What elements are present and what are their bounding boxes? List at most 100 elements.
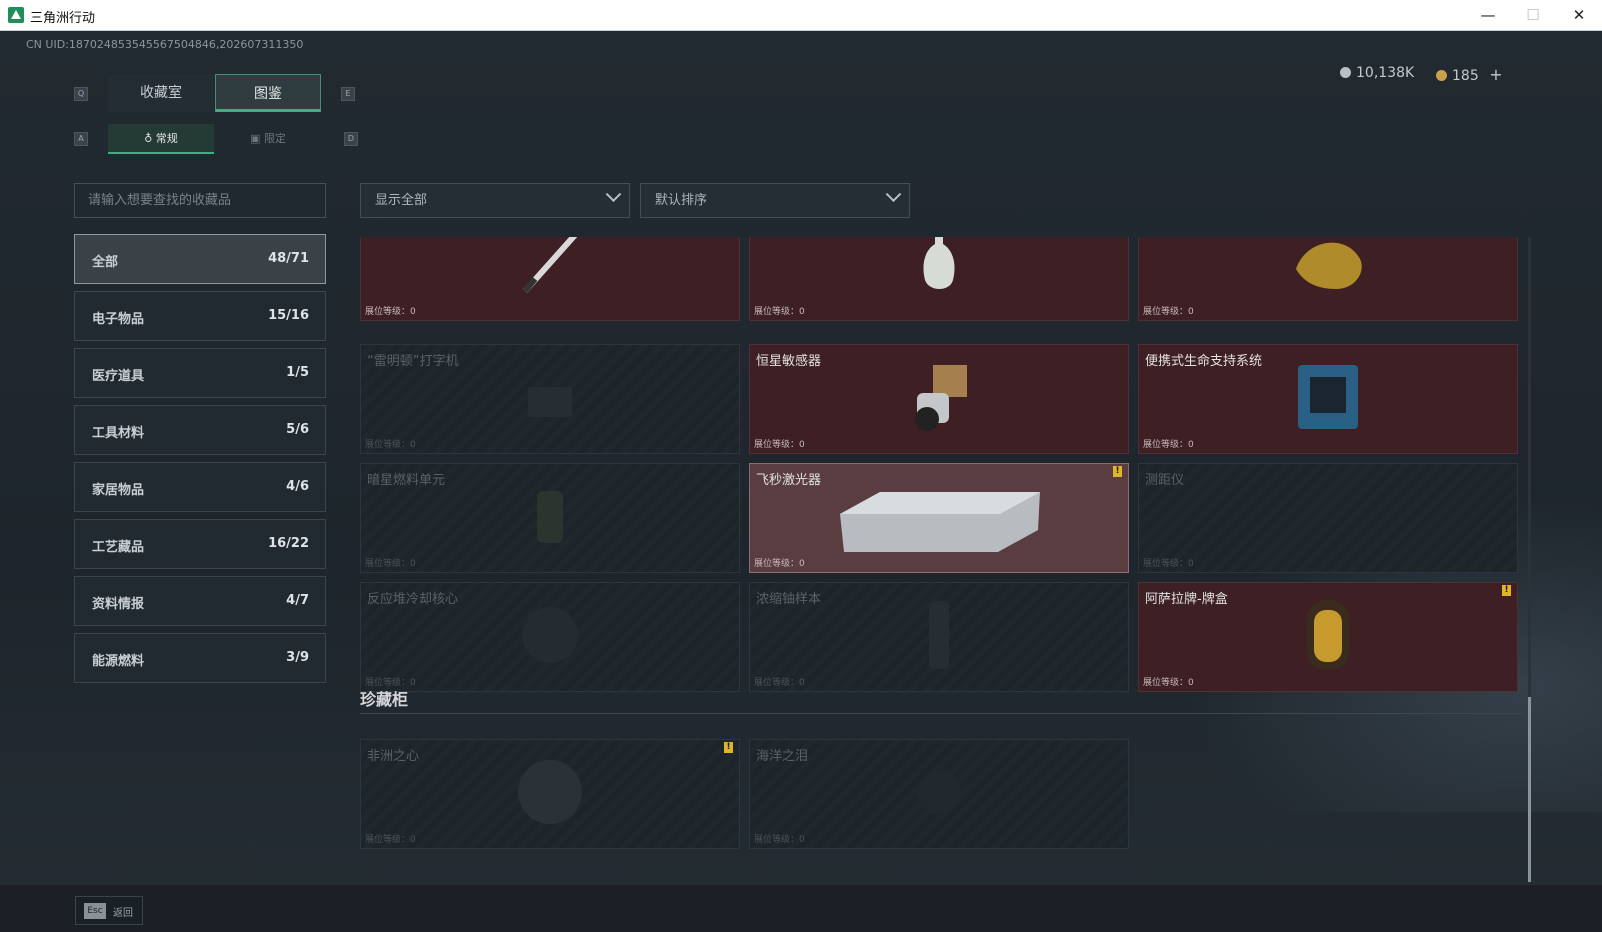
category-item[interactable]: 工艺藏品 16/22: [74, 519, 326, 569]
booth-level: 展位等级：0: [754, 307, 805, 317]
category-count: 3/9: [286, 650, 309, 665]
booth-level: 展位等级：0: [754, 559, 805, 569]
category-count: 5/6: [286, 422, 309, 437]
search-input[interactable]: [74, 183, 326, 218]
booth-level: 展位等级：0: [754, 440, 805, 450]
back-label: 返回: [113, 908, 133, 919]
back-button[interactable]: Esc 返回: [75, 896, 143, 925]
card-box-icon: [1300, 594, 1356, 680]
gold-coin-icon: [1436, 70, 1447, 81]
collection-card[interactable]: 浓缩铀样本展位等级：0: [749, 582, 1129, 692]
flask-icon: ♁: [144, 132, 156, 145]
sort-dropdown-value: 默认排序: [655, 193, 708, 208]
item-name: 浓缩铀样本: [756, 592, 822, 607]
category-item[interactable]: 工具材料 5/6: [74, 405, 326, 455]
category-count: 1/5: [286, 365, 309, 380]
collection-card[interactable]: 暗星燃料单元 展位等级：0: [360, 463, 740, 573]
minimize-button[interactable]: —: [1465, 0, 1511, 30]
key-q-hint: Q: [74, 87, 88, 101]
silver-currency: 10,138K: [1340, 65, 1414, 81]
category-count: 15/16: [268, 308, 309, 323]
laser-icon: [834, 476, 1044, 560]
subtab-regular-label: 常规: [155, 132, 178, 145]
category-name: 医疗道具: [92, 369, 145, 384]
category-count: 16/22: [268, 536, 309, 551]
collection-card[interactable]: 反应堆冷却核心 展位等级：0: [360, 582, 740, 692]
window-titlebar: 三角洲行动 — ☐ ✕: [0, 0, 1602, 31]
subtab-regular[interactable]: ♁ 常规: [108, 124, 214, 154]
typewriter-icon: [520, 367, 580, 431]
key-e-hint: E: [341, 87, 355, 101]
alert-badge: !: [1502, 585, 1511, 596]
gold-dragon-icon: [1288, 237, 1368, 303]
category-item[interactable]: 电子物品 15/16: [74, 291, 326, 341]
gold-amount: 185: [1452, 68, 1479, 84]
item-name: 非洲之心: [367, 749, 420, 764]
collection-card[interactable]: 测距仪展位等级：0: [1138, 463, 1518, 573]
window-title: 三角洲行动: [30, 11, 96, 26]
collection-card[interactable]: 展位等级：0: [1138, 237, 1518, 321]
chevron-down-icon: [605, 186, 622, 203]
scroll-thumb[interactable]: [1528, 697, 1531, 882]
section-title: 珍藏柜: [360, 690, 409, 709]
chevron-down-icon: [885, 186, 902, 203]
category-item[interactable]: 医疗道具 1/5: [74, 348, 326, 398]
collection-card[interactable]: “雷明顿”打字机 展位等级：0: [360, 344, 740, 454]
uid-text: CN UID:187024853545567504846,20260731135…: [26, 38, 304, 51]
item-name: 反应堆冷却核心: [367, 592, 459, 607]
silver-amount: 10,138K: [1356, 65, 1415, 81]
collection-card[interactable]: 恒星敏感器展位等级：0: [749, 344, 1129, 454]
booth-level: 展位等级：0: [754, 835, 805, 845]
filter-dropdown[interactable]: 显示全部: [360, 183, 630, 218]
image-icon: ▣: [250, 132, 264, 145]
pen-icon: [515, 237, 585, 303]
add-currency-button[interactable]: +: [1489, 65, 1502, 84]
footer-bar: Esc 返回: [0, 885, 1602, 932]
tab-collection-room[interactable]: 收藏室: [108, 74, 214, 112]
sort-dropdown[interactable]: 默认排序: [640, 183, 910, 218]
pearl-icon: [909, 762, 969, 826]
reactor-core-icon: [515, 600, 585, 674]
item-name: 便携式生命支持系统: [1145, 354, 1263, 369]
game-area: CN UID:187024853545567504846,20260731135…: [0, 31, 1602, 932]
life-support-icon: [1288, 357, 1368, 441]
collection-card[interactable]: 便携式生命支持系统展位等级：0: [1138, 344, 1518, 454]
booth-level: 展位等级：0: [365, 440, 416, 450]
collection-card[interactable]: 展位等级：0: [360, 237, 740, 321]
subtab-limited[interactable]: ▣ 限定: [215, 124, 321, 154]
item-name: 测距仪: [1145, 473, 1185, 488]
collection-card[interactable]: 海洋之泪 展位等级：0: [749, 739, 1129, 849]
collection-card[interactable]: 飞秒激光器 展位等级：0!: [749, 463, 1129, 573]
tab-catalog[interactable]: 图鉴: [215, 74, 321, 112]
booth-level: 展位等级：0: [365, 835, 416, 845]
category-item[interactable]: 能源燃料 3/9: [74, 633, 326, 683]
star-sensor-icon: [899, 357, 979, 441]
maximize-button[interactable]: ☐: [1510, 0, 1556, 30]
category-item[interactable]: 全部 48/71: [74, 234, 326, 284]
collection-card[interactable]: 阿萨拉牌-牌盒 展位等级：0!: [1138, 582, 1518, 692]
item-name: 恒星敏感器: [756, 354, 822, 369]
collection-card[interactable]: 展位等级：0: [749, 237, 1129, 321]
category-name: 能源燃料: [92, 654, 145, 669]
booth-level: 展位等级：0: [754, 678, 805, 688]
esc-key-icon: Esc: [84, 903, 106, 919]
close-button[interactable]: ✕: [1556, 0, 1602, 30]
booth-level: 展位等级：0: [1143, 559, 1194, 569]
app-logo-icon: [8, 7, 24, 23]
category-item[interactable]: 资料情报 4/7: [74, 576, 326, 626]
key-a-hint: A: [74, 132, 88, 146]
grid-scrollbar[interactable]: [1528, 237, 1531, 882]
alert-badge: !: [1113, 466, 1122, 477]
category-name: 家居物品: [92, 483, 145, 498]
section-divider: [360, 713, 1522, 714]
category-name: 资料情报: [92, 597, 145, 612]
vase-icon: [919, 237, 959, 304]
category-count: 48/71: [268, 251, 309, 266]
category-count: 4/7: [286, 593, 309, 608]
collection-card[interactable]: 非洲之心展位等级：0!: [360, 739, 740, 849]
alert-badge: !: [724, 742, 733, 753]
rangefinder-icon: [1308, 486, 1348, 550]
booth-level: 展位等级：0: [1143, 440, 1194, 450]
category-name: 电子物品: [92, 312, 145, 327]
category-item[interactable]: 家居物品 4/6: [74, 462, 326, 512]
